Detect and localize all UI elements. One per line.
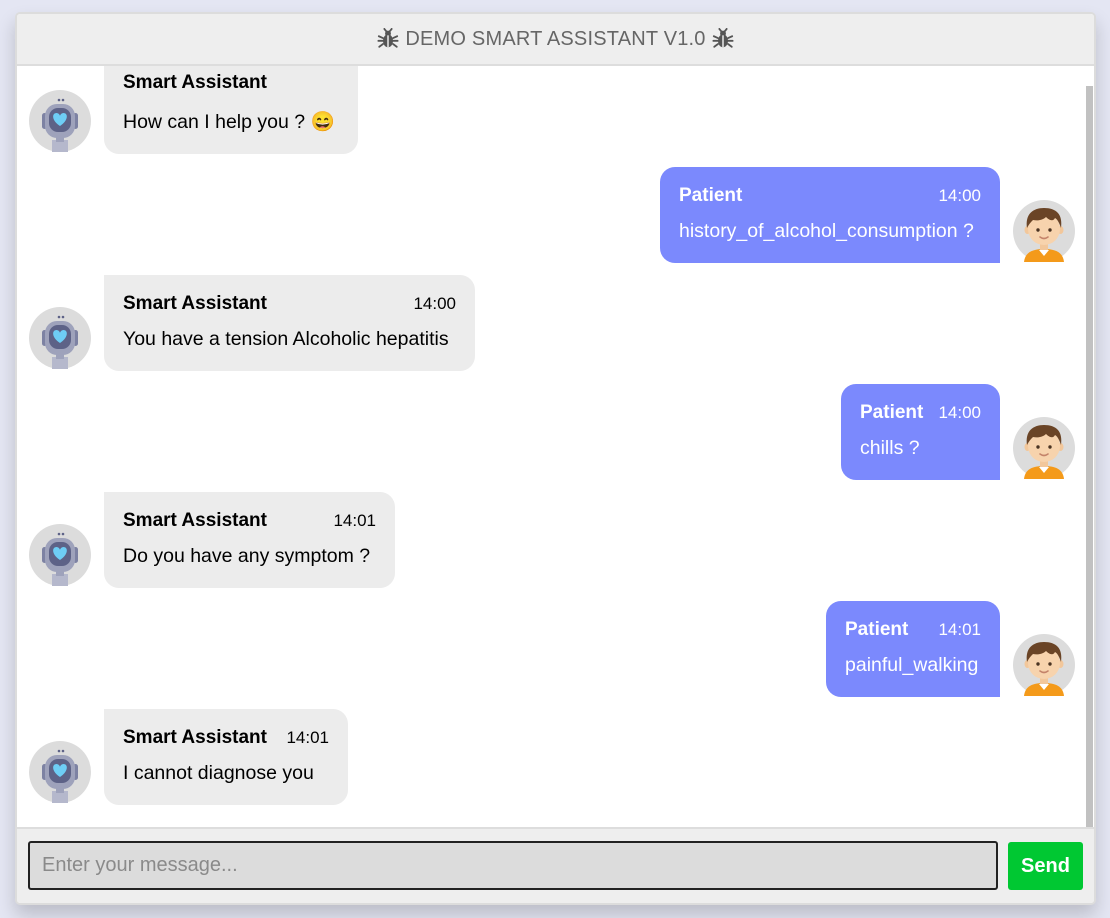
sender-name: Patient (845, 619, 909, 640)
send-button[interactable]: Send (1008, 842, 1083, 890)
message-time: 14:00 (938, 186, 981, 205)
message-time: 14:00 (938, 403, 981, 422)
sender-name: Smart Assistant (123, 293, 267, 314)
message-list[interactable]: Smart Assistant How can I help you ? 😄 P… (17, 66, 1094, 830)
robot-avatar-icon (29, 90, 91, 152)
patient-avatar-icon (1013, 200, 1075, 262)
message-text: painful_walking (845, 654, 979, 676)
sender-name: Smart Assistant (123, 510, 267, 531)
sender-name: Smart Assistant (123, 72, 267, 93)
message-time: 14:00 (413, 294, 456, 313)
composer-bar: Send (17, 827, 1094, 903)
sender-name: Patient (679, 185, 743, 206)
header-title: DEMO SMART ASSISTANT V1.0 (405, 27, 706, 50)
message-bubble-bot: Smart Assistant 14:00 You have a tension… (104, 275, 475, 371)
message-input[interactable] (28, 841, 998, 890)
sender-name: Patient (860, 402, 924, 423)
message-bubble-user: Patient 14:00 chills ? (841, 384, 1000, 480)
sender-name: Smart Assistant (123, 727, 267, 748)
message-time: 14:01 (286, 728, 329, 747)
message-bubble-user: Patient 14:01 painful_walking (826, 601, 1000, 697)
message-text: You have a tension Alcoholic hepatitis (123, 328, 449, 350)
message-text: Do you have any symptom ? (123, 545, 371, 567)
message-time: 14:01 (333, 511, 376, 530)
message-bubble-bot: Smart Assistant 14:01 Do you have any sy… (104, 492, 395, 588)
bug-icon (712, 28, 734, 50)
robot-avatar-icon (29, 524, 91, 586)
patient-avatar-icon (1013, 417, 1075, 479)
bug-icon (377, 28, 399, 50)
robot-avatar-icon (29, 307, 91, 369)
message-time: 14:01 (938, 620, 981, 639)
message-bubble-bot: Smart Assistant How can I help you ? 😄 (104, 66, 358, 154)
patient-avatar-icon (1013, 634, 1075, 696)
message-text: history_of_alcohol_consumption ? (679, 220, 974, 242)
scrollbar[interactable] (1086, 86, 1093, 830)
message-text: I cannot diagnose you (123, 762, 314, 784)
robot-avatar-icon (29, 741, 91, 803)
message-text: chills ? (860, 437, 920, 459)
chat-header: DEMO SMART ASSISTANT V1.0 (17, 14, 1094, 66)
message-text: How can I help you ? 😄 (123, 111, 335, 133)
message-bubble-user: Patient 14:00 history_of_alcohol_consump… (660, 167, 1000, 263)
chat-window: DEMO SMART ASSISTANT V1.0 Smart Assistan… (15, 12, 1096, 905)
message-bubble-bot: Smart Assistant 14:01 I cannot diagnose … (104, 709, 348, 805)
